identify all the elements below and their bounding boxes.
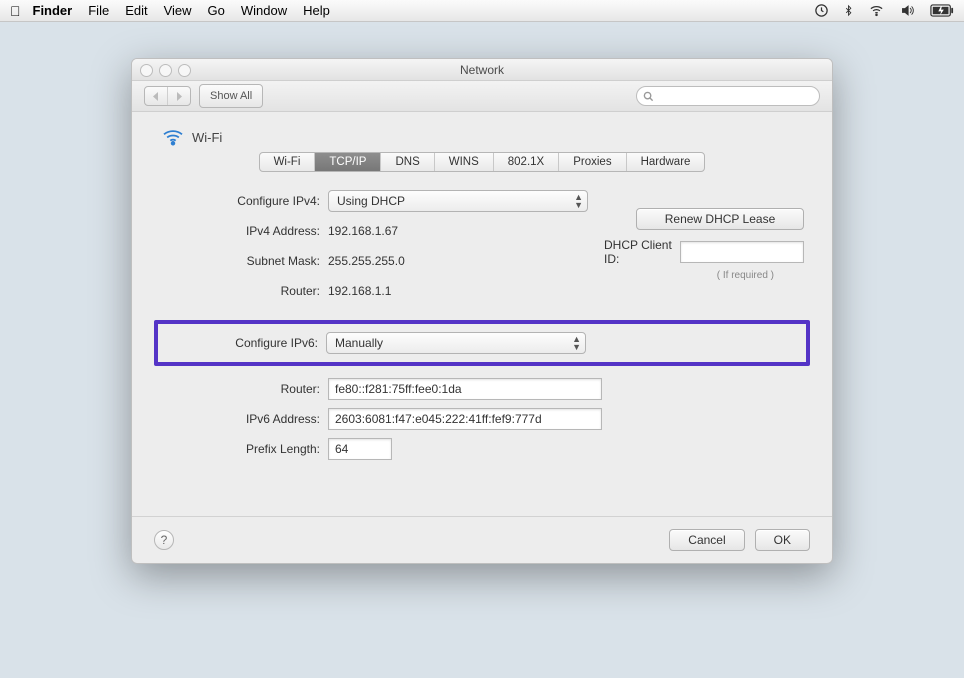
- value-subnet: 255.255.255.0: [328, 254, 405, 268]
- ok-button[interactable]: OK: [755, 529, 810, 551]
- volume-icon[interactable]: [899, 3, 916, 18]
- label-ipv4-address: IPv4 Address:: [160, 224, 328, 238]
- configure-ipv6-value: Manually: [335, 336, 383, 350]
- timemachine-icon[interactable]: [814, 3, 829, 18]
- nav-back-forward[interactable]: [144, 86, 191, 106]
- menu-help[interactable]: Help: [303, 3, 330, 18]
- label-dhcp-client-id: DHCP Client ID:: [604, 238, 674, 266]
- configure-ipv6-select[interactable]: Manually ▲▼: [326, 332, 586, 354]
- label-prefix-length: Prefix Length:: [160, 442, 328, 456]
- menu-file[interactable]: File: [88, 3, 109, 18]
- dhcp-client-id-hint: ( If required ): [604, 270, 804, 281]
- menu-view[interactable]: View: [164, 3, 192, 18]
- tab-wins[interactable]: WINS: [435, 153, 494, 171]
- menu-app[interactable]: Finder: [33, 3, 73, 18]
- menu-window[interactable]: Window: [241, 3, 287, 18]
- configure-ipv4-value: Using DHCP: [337, 194, 405, 208]
- menu-go[interactable]: Go: [208, 3, 225, 18]
- prefix-length-input[interactable]: [328, 438, 392, 460]
- configure-ipv6-highlight: Configure IPv6: Manually ▲▼: [154, 320, 810, 366]
- label-subnet: Subnet Mask:: [160, 254, 328, 268]
- menu-edit[interactable]: Edit: [125, 3, 147, 18]
- tabstrip: Wi-Fi TCP/IP DNS WINS 802.1X Proxies Har…: [259, 152, 706, 172]
- tab-proxies[interactable]: Proxies: [559, 153, 626, 171]
- dhcp-client-id-input[interactable]: [680, 241, 804, 263]
- show-all-button[interactable]: Show All: [199, 84, 263, 108]
- chevron-updown-icon: ▲▼: [574, 193, 583, 209]
- apple-menu-icon[interactable]: : [10, 3, 21, 19]
- network-window: Network Show All Wi-Fi Wi-Fi TCP/IP: [131, 58, 833, 564]
- titlebar: Network: [132, 59, 832, 81]
- wifi-icon: [162, 128, 184, 146]
- chevron-updown-icon: ▲▼: [572, 335, 581, 351]
- value-ipv4-address: 192.168.1.67: [328, 224, 398, 238]
- panel-header: Wi-Fi: [160, 128, 804, 146]
- close-icon[interactable]: [140, 64, 153, 77]
- label-ipv6-address: IPv6 Address:: [160, 412, 328, 426]
- bluetooth-icon[interactable]: [843, 3, 854, 18]
- battery-icon[interactable]: [930, 4, 954, 17]
- router-v6-input[interactable]: [328, 378, 602, 400]
- label-configure-ipv4: Configure IPv4:: [160, 194, 328, 208]
- forward-icon[interactable]: [167, 87, 190, 105]
- minimize-icon[interactable]: [159, 64, 172, 77]
- cancel-button[interactable]: Cancel: [669, 529, 744, 551]
- wifi-status-icon[interactable]: [868, 3, 885, 18]
- help-button[interactable]: ?: [154, 530, 174, 550]
- panel-name: Wi-Fi: [192, 130, 222, 145]
- label-router-v4: Router:: [160, 284, 328, 298]
- tab-wifi[interactable]: Wi-Fi: [260, 153, 316, 171]
- menubar:  Finder File Edit View Go Window Help: [0, 0, 964, 22]
- back-icon[interactable]: [145, 87, 167, 105]
- tab-8021x[interactable]: 802.1X: [494, 153, 559, 171]
- label-configure-ipv6: Configure IPv6:: [158, 336, 326, 350]
- toolbar-search[interactable]: [636, 86, 820, 106]
- tab-tcpip[interactable]: TCP/IP: [315, 153, 381, 171]
- configure-ipv4-select[interactable]: Using DHCP ▲▼: [328, 190, 588, 212]
- bottom-bar: ? Cancel OK: [132, 516, 832, 563]
- value-router-v4: 192.168.1.1: [328, 284, 391, 298]
- ipv6-address-input[interactable]: [328, 408, 602, 430]
- tab-hardware[interactable]: Hardware: [627, 153, 705, 171]
- window-title: Network: [460, 63, 504, 77]
- toolbar: Show All: [132, 81, 832, 112]
- tab-dns[interactable]: DNS: [381, 153, 434, 171]
- zoom-icon[interactable]: [178, 64, 191, 77]
- label-router-v6: Router:: [160, 382, 328, 396]
- renew-dhcp-button[interactable]: Renew DHCP Lease: [636, 208, 804, 230]
